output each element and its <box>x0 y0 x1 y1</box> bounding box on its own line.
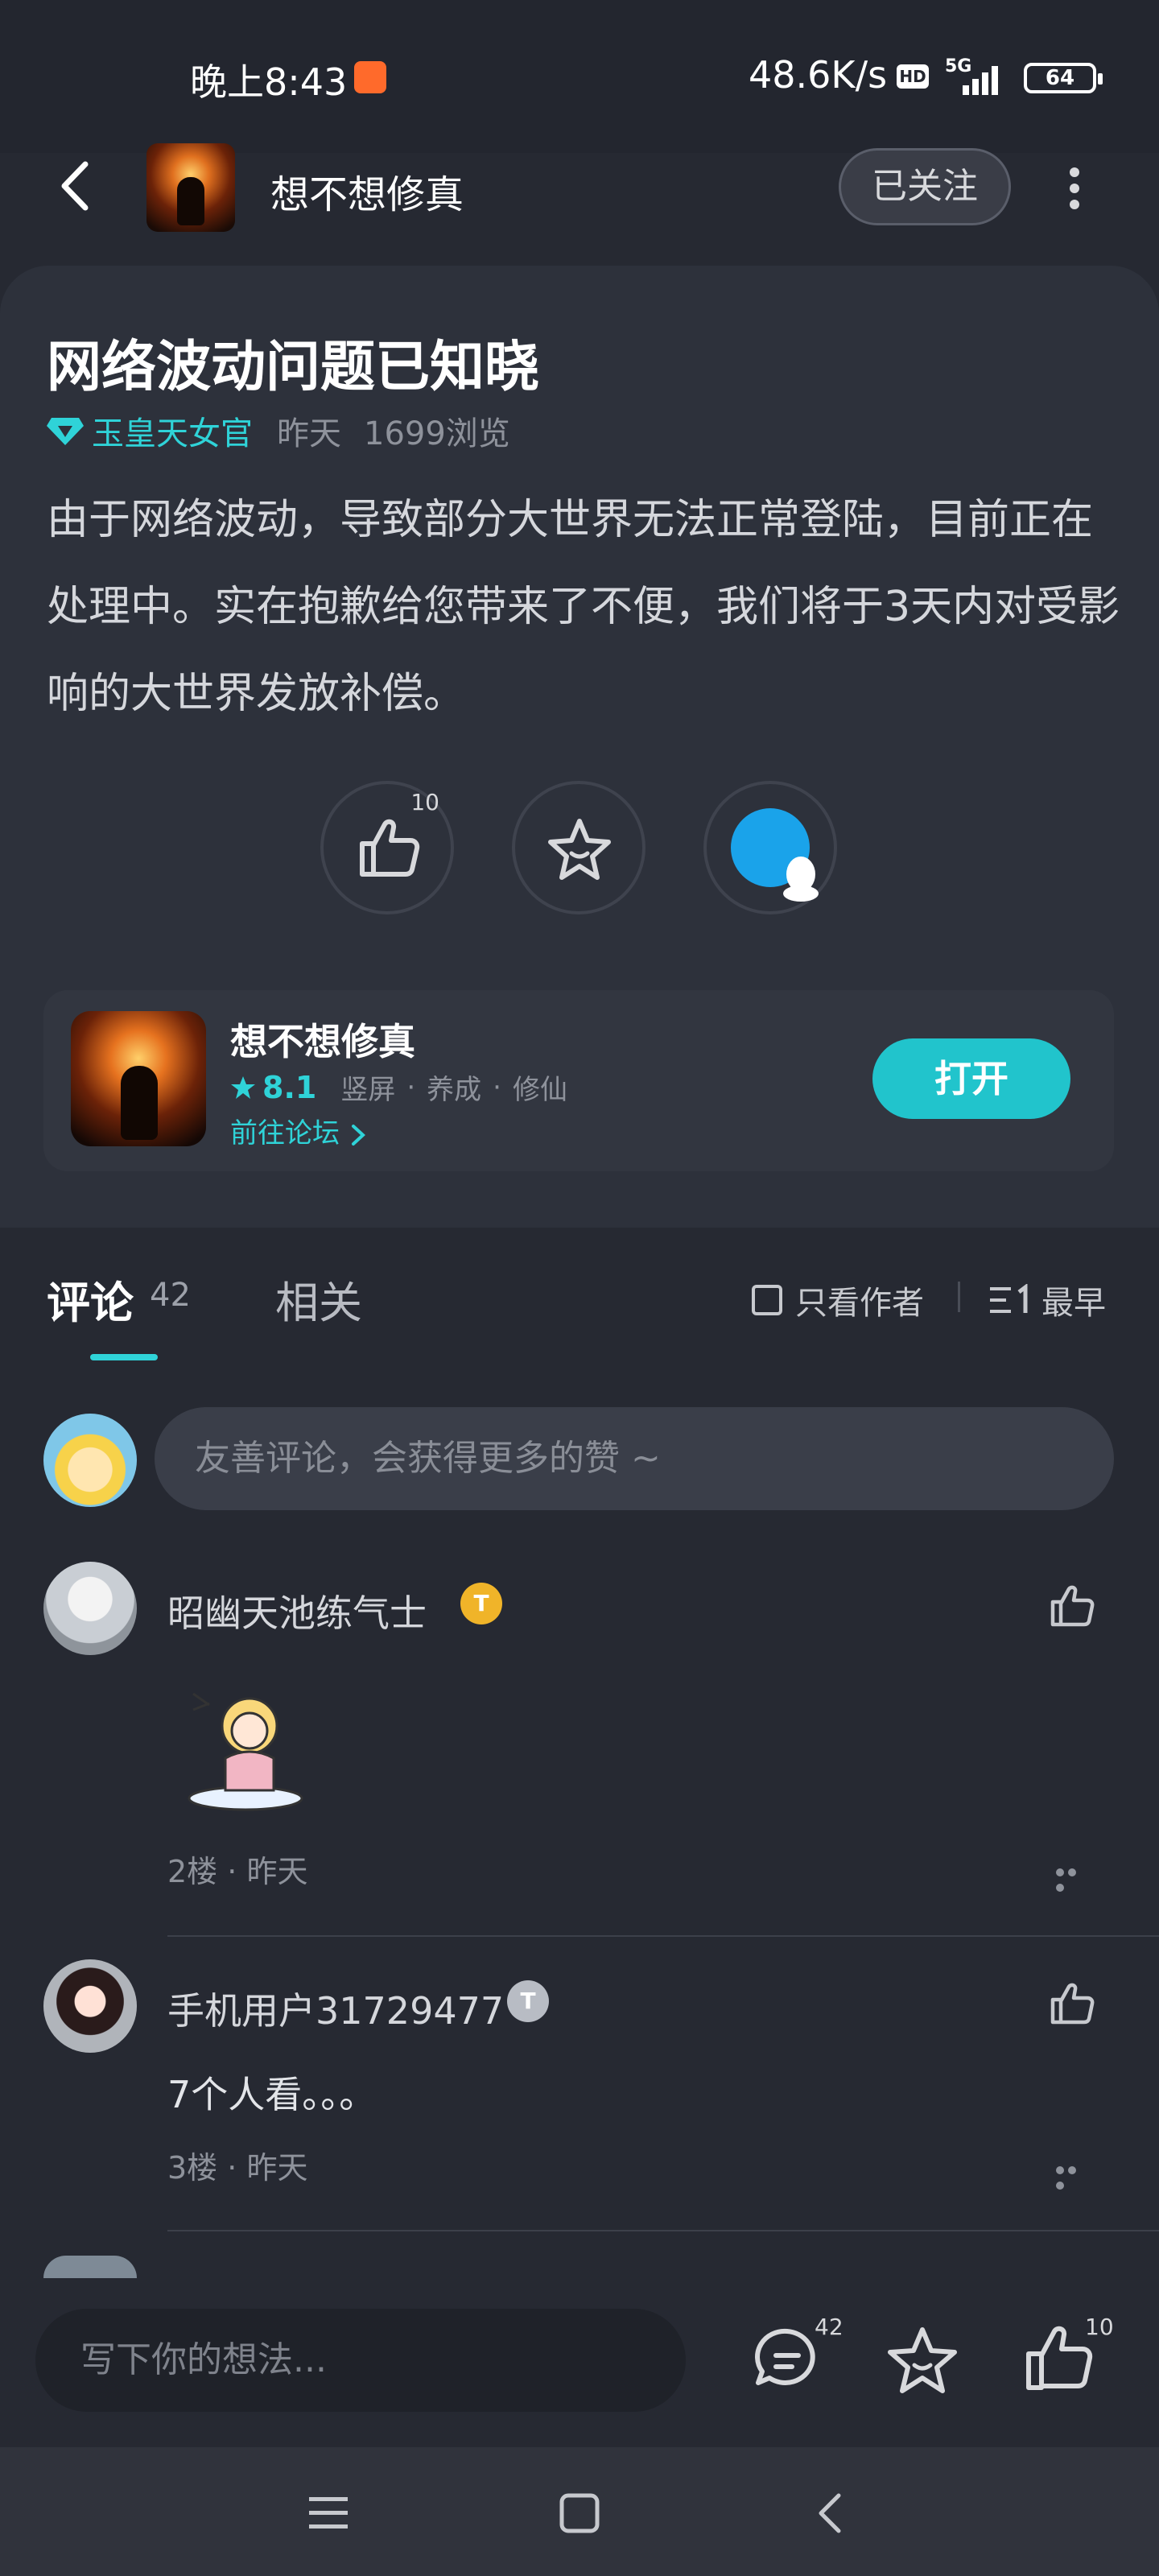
comment-floor: 2楼 <box>167 1854 218 1889</box>
active-tab-indicator <box>90 1354 158 1360</box>
comment-floor: 3楼 <box>167 2150 218 2186</box>
forum-link[interactable]: 前往论坛 <box>230 1111 368 1150</box>
favorite-button[interactable] <box>512 781 645 914</box>
tag-separator: · <box>406 1071 416 1104</box>
author-only-toggle[interactable]: 只看作者 <box>752 1277 924 1323</box>
like-count: 10 <box>410 789 439 815</box>
comment-more-icon[interactable] <box>1056 1864 1091 1892</box>
menu-icon[interactable] <box>304 2489 353 2537</box>
reply-input[interactable]: 写下你的想法... <box>35 2309 686 2412</box>
bottom-action-bar: 写下你的想法... 42 10 <box>0 2278 1159 2447</box>
star-icon <box>548 819 611 880</box>
system-nav-bar <box>0 2447 1159 2576</box>
comments-count: 42 <box>150 1277 191 1314</box>
back-icon[interactable] <box>48 158 105 214</box>
author-only-checkbox[interactable] <box>752 1285 782 1315</box>
status-time: 晚上8:43 <box>190 60 348 104</box>
sort-icon <box>990 1284 1028 1313</box>
comment-item: 昭幽天池练气士 T 2楼 · 昨天 <box>0 1562 1159 1940</box>
game-icon[interactable] <box>71 1011 206 1146</box>
post-actions: 10 <box>0 781 1159 918</box>
sticker-image[interactable] <box>177 1678 314 1814</box>
post-meta: 玉皇天女官 昨天 1699浏览 <box>47 407 510 454</box>
game-tag: 养成 <box>427 1074 482 1106</box>
comment-time: 昨天 <box>246 2150 308 2186</box>
tab-comments[interactable]: 评论 <box>47 1267 134 1331</box>
game-name[interactable]: 想不想修真 <box>230 1013 415 1066</box>
comment-text: 7个人看。。。 <box>167 2073 377 2116</box>
signal-icon <box>963 66 998 95</box>
my-avatar[interactable] <box>43 1414 137 1507</box>
comment-like-icon[interactable] <box>1048 1979 1096 2027</box>
comment-divider <box>167 2230 1159 2231</box>
vip-diamond-icon <box>47 418 84 445</box>
post-views: 1699浏览 <box>364 415 510 452</box>
comment-footer: 3楼 · 昨天 <box>167 2143 307 2187</box>
post-title: 网络波动问题已知晓 <box>47 336 540 399</box>
sort-toggle[interactable]: 最早 <box>990 1277 1106 1323</box>
tab-related[interactable]: 相关 <box>275 1267 362 1331</box>
footer-separator: · <box>227 2150 247 2186</box>
divider <box>958 1282 960 1312</box>
thumbs-up-icon <box>360 819 420 877</box>
app-header: 想不想修真 已关注 <box>0 137 1159 242</box>
footer-separator: · <box>227 1854 247 1889</box>
hd-icon: HD <box>897 64 929 89</box>
post-body: 由于网络波动，导致部分大世界无法正常登陆，目前正在处理中。实在抱歉给您带来了不便… <box>47 496 1120 718</box>
status-bar: 晚上8:43 48.6K/s HD 5G 64 <box>0 0 1159 153</box>
header-title[interactable]: 想不想修真 <box>270 163 464 219</box>
game-tag: 竖屏 <box>340 1074 396 1106</box>
comment-author[interactable]: 昭幽天池练气士 <box>167 1584 427 1637</box>
level-badge-icon: T <box>507 1980 549 2022</box>
qq-icon <box>731 808 819 902</box>
comment-time: 昨天 <box>246 1854 308 1889</box>
chevron-right-icon <box>351 1124 365 1146</box>
game-card[interactable]: 想不想修真 8.1 竖屏 · 养成 · 修仙 前往论坛 打开 <box>43 990 1114 1171</box>
network-speed: 48.6K/s <box>749 53 888 97</box>
comment-like-icon[interactable] <box>1048 1581 1096 1629</box>
comment-footer: 2楼 · 昨天 <box>167 1847 307 1891</box>
forum-link-label: 前往论坛 <box>230 1117 340 1150</box>
game-tag: 修仙 <box>512 1074 567 1106</box>
comment-tabs: 评论 42 相关 只看作者 最早 <box>0 1232 1159 1360</box>
like-count: 10 <box>1085 2314 1114 2340</box>
post-author[interactable]: 玉皇天女官 <box>92 407 253 454</box>
level-badge-icon: T <box>460 1583 502 1624</box>
comment-author[interactable]: 手机用户31729477 <box>167 1982 504 2035</box>
tag-separator: · <box>493 1071 501 1104</box>
favorite-star-icon[interactable] <box>882 2318 963 2399</box>
comment-count: 42 <box>815 2314 843 2340</box>
comment-more-icon[interactable] <box>1056 2162 1091 2190</box>
notification-icon <box>354 61 386 93</box>
more-options-icon[interactable] <box>1062 163 1087 211</box>
open-game-button[interactable]: 打开 <box>872 1038 1070 1119</box>
avatar[interactable] <box>43 1562 137 1655</box>
avatar <box>43 2256 137 2278</box>
like-button[interactable]: 10 <box>320 781 454 914</box>
comment-input-row: 友善评论，会获得更多的赞 ~ <box>0 1404 1159 1517</box>
avatar[interactable] <box>43 1959 137 2053</box>
post-card: 网络波动问题已知晓 玉皇天女官 昨天 1699浏览 由于网络波动，导致部分大世界… <box>0 266 1159 1228</box>
share-qq-button[interactable] <box>703 781 837 914</box>
author-only-label: 只看作者 <box>795 1285 924 1322</box>
comment-divider <box>167 1935 1159 1937</box>
comment-item: 手机用户31729477 T 7个人看。。。 3楼 · 昨天 <box>0 1959 1159 2233</box>
home-icon[interactable] <box>555 2489 604 2537</box>
comment-input[interactable]: 友善评论，会获得更多的赞 ~ <box>155 1407 1114 1510</box>
game-avatar[interactable] <box>146 143 235 232</box>
follow-button[interactable]: 已关注 <box>839 148 1011 225</box>
battery-icon: 64 <box>1024 63 1103 93</box>
game-score: 8.1 <box>262 1069 317 1105</box>
rating-star-icon <box>231 1075 255 1099</box>
post-time: 昨天 <box>277 415 341 452</box>
game-rating: 8.1 竖屏 · 养成 · 修仙 <box>230 1067 579 1107</box>
sort-label: 最早 <box>1041 1285 1106 1322</box>
back-nav-icon[interactable] <box>806 2489 855 2537</box>
